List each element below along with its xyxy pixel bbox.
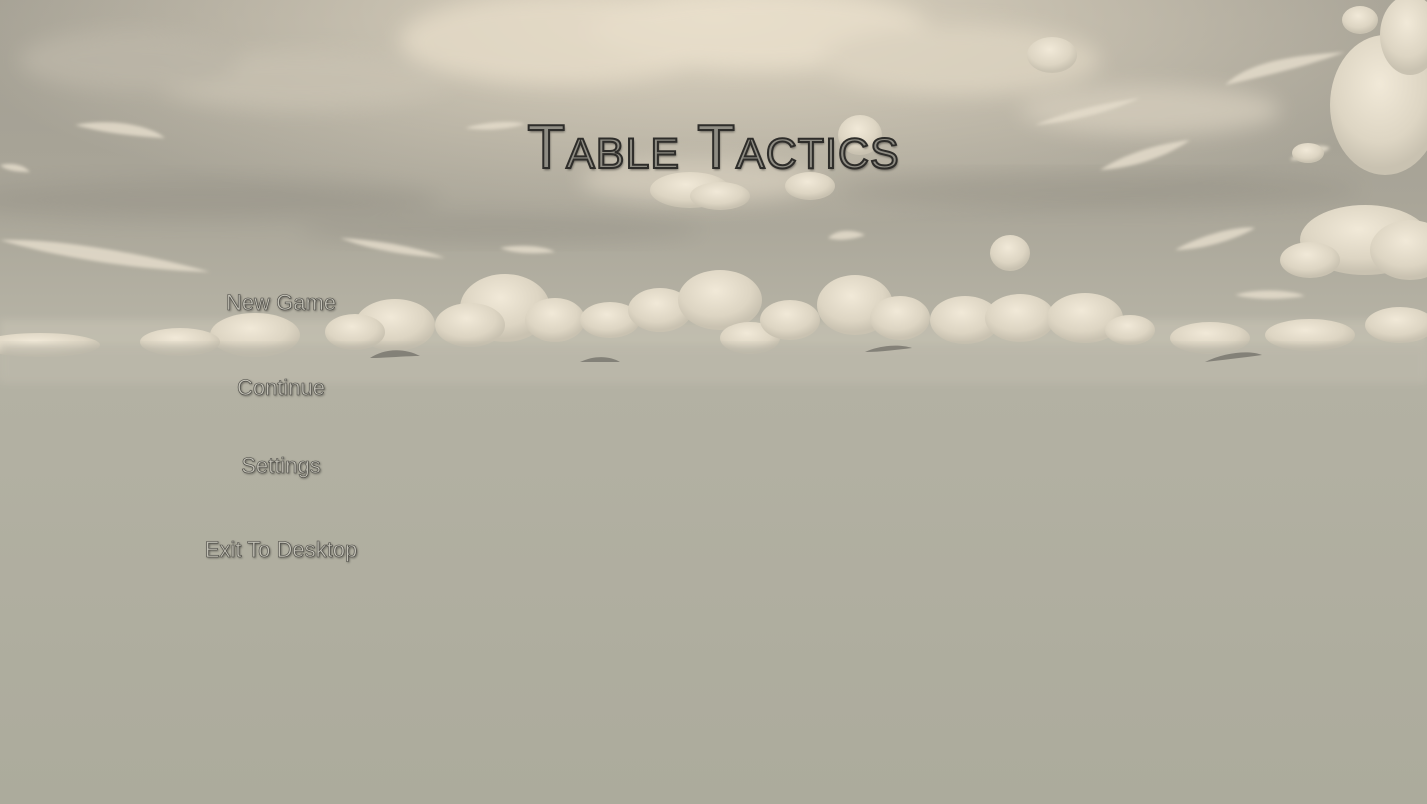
game-title: Table Tactics: [526, 112, 900, 183]
new-game-button[interactable]: New Game: [130, 283, 432, 323]
settings-button[interactable]: Settings: [130, 446, 432, 486]
exit-to-desktop-button[interactable]: Exit To Desktop: [130, 530, 432, 570]
main-menu-screen: Table Tactics New Game Continue Settings…: [0, 0, 1427, 804]
continue-button[interactable]: Continue: [130, 368, 432, 408]
